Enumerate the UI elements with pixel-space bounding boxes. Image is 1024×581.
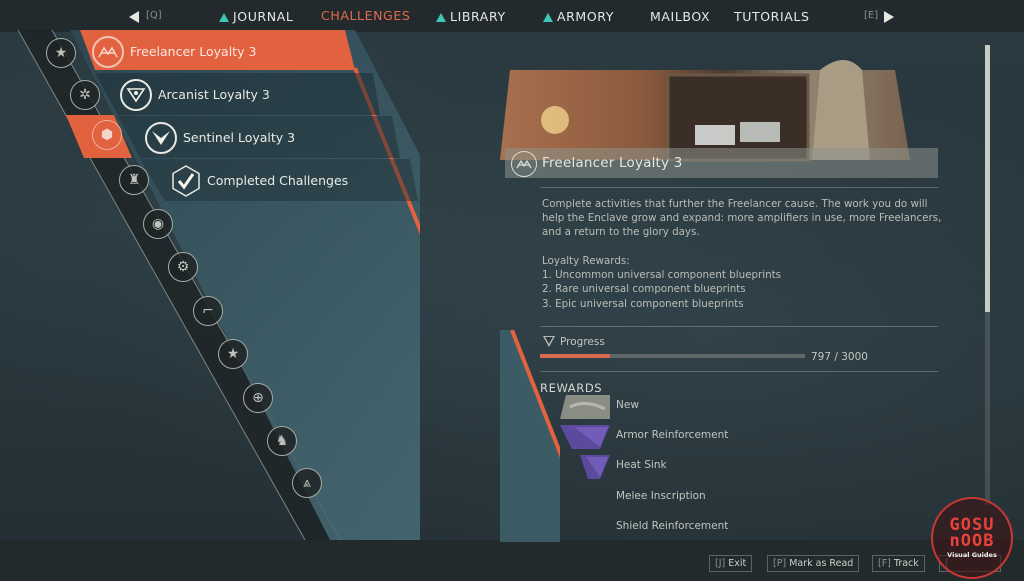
tab-tutorials[interactable]: TUTORIALS: [734, 9, 809, 24]
track-button[interactable]: [F] Track: [872, 555, 925, 572]
next-tab-arrow-icon[interactable]: [884, 11, 894, 23]
category-gear-icon[interactable]: ⚙: [168, 252, 198, 282]
watermark-text: nOOB: [949, 531, 995, 551]
sentinel-emblem-icon: [145, 121, 177, 154]
challenge-description: Complete activities that further the Fre…: [542, 198, 942, 239]
category-crosshair-icon[interactable]: ⊕: [243, 383, 273, 413]
epic-purple-thumb-icon: [560, 425, 610, 449]
button-label: Track: [893, 558, 919, 569]
category-hexagons-icon[interactable]: ⬢: [92, 120, 122, 150]
category-freelancer-icon[interactable]: ⩓: [292, 468, 322, 498]
tab-challenges[interactable]: CHALLENGES: [321, 8, 410, 23]
watermark-logo: GOSU nOOB Visual Guides: [931, 497, 1013, 579]
loyalty-reward-item: 3. Epic universal component blueprints: [542, 297, 744, 310]
scrollbar[interactable]: [985, 45, 990, 505]
list-item-completed-challenges[interactable]: Completed Challenges: [171, 159, 348, 202]
vinyl-thumb-icon: [560, 395, 610, 419]
progress-value: 797 / 3000: [811, 351, 868, 363]
alert-triangle-icon: [543, 13, 553, 22]
tab-journal[interactable]: JOURNAL: [219, 9, 293, 24]
reward-item[interactable]: New: [560, 395, 860, 419]
hexagons-icon: ⬢: [100, 127, 114, 143]
divider: [540, 371, 938, 372]
top-nav: [Q] JOURNAL CHALLENGES LIBRARY ARMORY MA…: [0, 0, 1024, 32]
reward-name: Melee Inscription: [616, 490, 706, 502]
checkmark-icon: [171, 164, 201, 197]
tab-label: LIBRARY: [450, 9, 506, 24]
javelin-icon: ♜: [127, 172, 141, 188]
loyalty-reward-item: 2. Rare universal component blueprints: [542, 283, 746, 296]
freelancer-emblem-icon: [511, 151, 537, 177]
watermark-subtext: Visual Guides: [947, 551, 997, 559]
category-figure-icon[interactable]: ♞: [267, 426, 297, 456]
loyalty-rewards-header: Loyalty Rewards:: [542, 255, 630, 267]
weapon-icon: ⌐: [202, 303, 214, 319]
progress-label: Progress: [560, 336, 605, 348]
arcanist-emblem-icon: [120, 78, 152, 111]
list-item-label: Sentinel Loyalty 3: [183, 130, 296, 145]
tab-label: ARMORY: [557, 9, 614, 24]
reward-name: Armor Reinforcement: [616, 429, 729, 441]
alert-triangle-icon: [219, 13, 229, 22]
button-label: Exit: [728, 558, 747, 569]
tab-label: MAILBOX: [650, 9, 711, 24]
gear-icon: ⚙: [176, 259, 190, 275]
star-icon: ★: [226, 346, 240, 362]
progress-bar: [540, 354, 805, 358]
divider: [540, 326, 938, 327]
panel-edge-overlay: [500, 330, 560, 542]
tab-label: JOURNAL: [233, 9, 294, 24]
freelancer-icon: ⩓: [303, 475, 311, 491]
scrollbar-thumb[interactable]: [985, 45, 990, 312]
crosshair-icon: ⊕: [252, 390, 264, 406]
reward-name: Heat Sink: [616, 459, 667, 471]
alert-triangle-icon: [436, 13, 446, 22]
category-star-icon[interactable]: ★: [218, 339, 248, 369]
list-item-arcanist-loyalty-3[interactable]: Arcanist Loyalty 3: [120, 73, 270, 116]
loyalty-rewards: Loyalty Rewards: 1. Uncommon universal c…: [542, 254, 781, 311]
freelancer-emblem-icon: [92, 35, 124, 68]
reward-item[interactable]: Heat Sink: [560, 455, 860, 479]
category-weapon-icon[interactable]: ⌐: [193, 296, 223, 326]
exit-button[interactable]: [J] Exit: [709, 555, 753, 572]
reward-item[interactable]: Shield Reinforcement: [560, 516, 860, 540]
mark-as-read-button[interactable]: [P] Mark as Read: [767, 555, 860, 572]
loyalty-reward-item: 1. Uncommon universal component blueprin…: [542, 269, 782, 282]
list-item-label: Completed Challenges: [207, 173, 349, 188]
tab-armory[interactable]: ARMORY: [543, 9, 614, 24]
list-item-label: Freelancer Loyalty 3: [130, 44, 257, 59]
figure-icon: ♞: [275, 433, 289, 449]
key-hint: [J]: [715, 558, 726, 569]
reward-name: Shield Reinforcement: [616, 520, 729, 532]
button-label: Mark as Read: [789, 558, 854, 569]
tab-label: TUTORIALS: [734, 9, 810, 24]
next-tab-key-hint: [E]: [864, 10, 879, 21]
category-helmet-icon[interactable]: ◉: [143, 209, 173, 239]
category-javelin-icon[interactable]: ♜: [119, 165, 149, 195]
list-item-label: Arcanist Loyalty 3: [158, 87, 270, 102]
reward-item[interactable]: Armor Reinforcement: [560, 425, 860, 449]
tab-mailbox[interactable]: MAILBOX: [650, 9, 710, 24]
reward-name: New: [616, 399, 639, 411]
epic-purple-thumb-icon: [580, 455, 610, 479]
category-starburst-icon[interactable]: ✲: [70, 80, 100, 110]
category-hex-star-icon[interactable]: ★: [46, 38, 76, 68]
helmet-icon: ◉: [151, 216, 165, 232]
list-item-freelancer-loyalty-3[interactable]: Freelancer Loyalty 3: [92, 30, 256, 73]
starburst-icon: ✲: [79, 87, 91, 103]
tab-label: CHALLENGES: [321, 8, 411, 23]
tab-library[interactable]: LIBRARY: [436, 9, 506, 24]
key-hint: [F]: [878, 558, 891, 569]
footer-bar: [0, 540, 1024, 581]
key-hint: [P]: [773, 558, 787, 569]
prev-tab-arrow-icon[interactable]: [129, 11, 139, 23]
list-item-sentinel-loyalty-3[interactable]: Sentinel Loyalty 3: [145, 116, 295, 159]
divider: [540, 187, 938, 188]
hex-star-icon: ★: [54, 45, 68, 61]
prev-tab-key-hint: [Q]: [146, 10, 162, 21]
detail-title: Freelancer Loyalty 3: [542, 155, 683, 171]
reward-item[interactable]: Melee Inscription: [560, 486, 860, 510]
